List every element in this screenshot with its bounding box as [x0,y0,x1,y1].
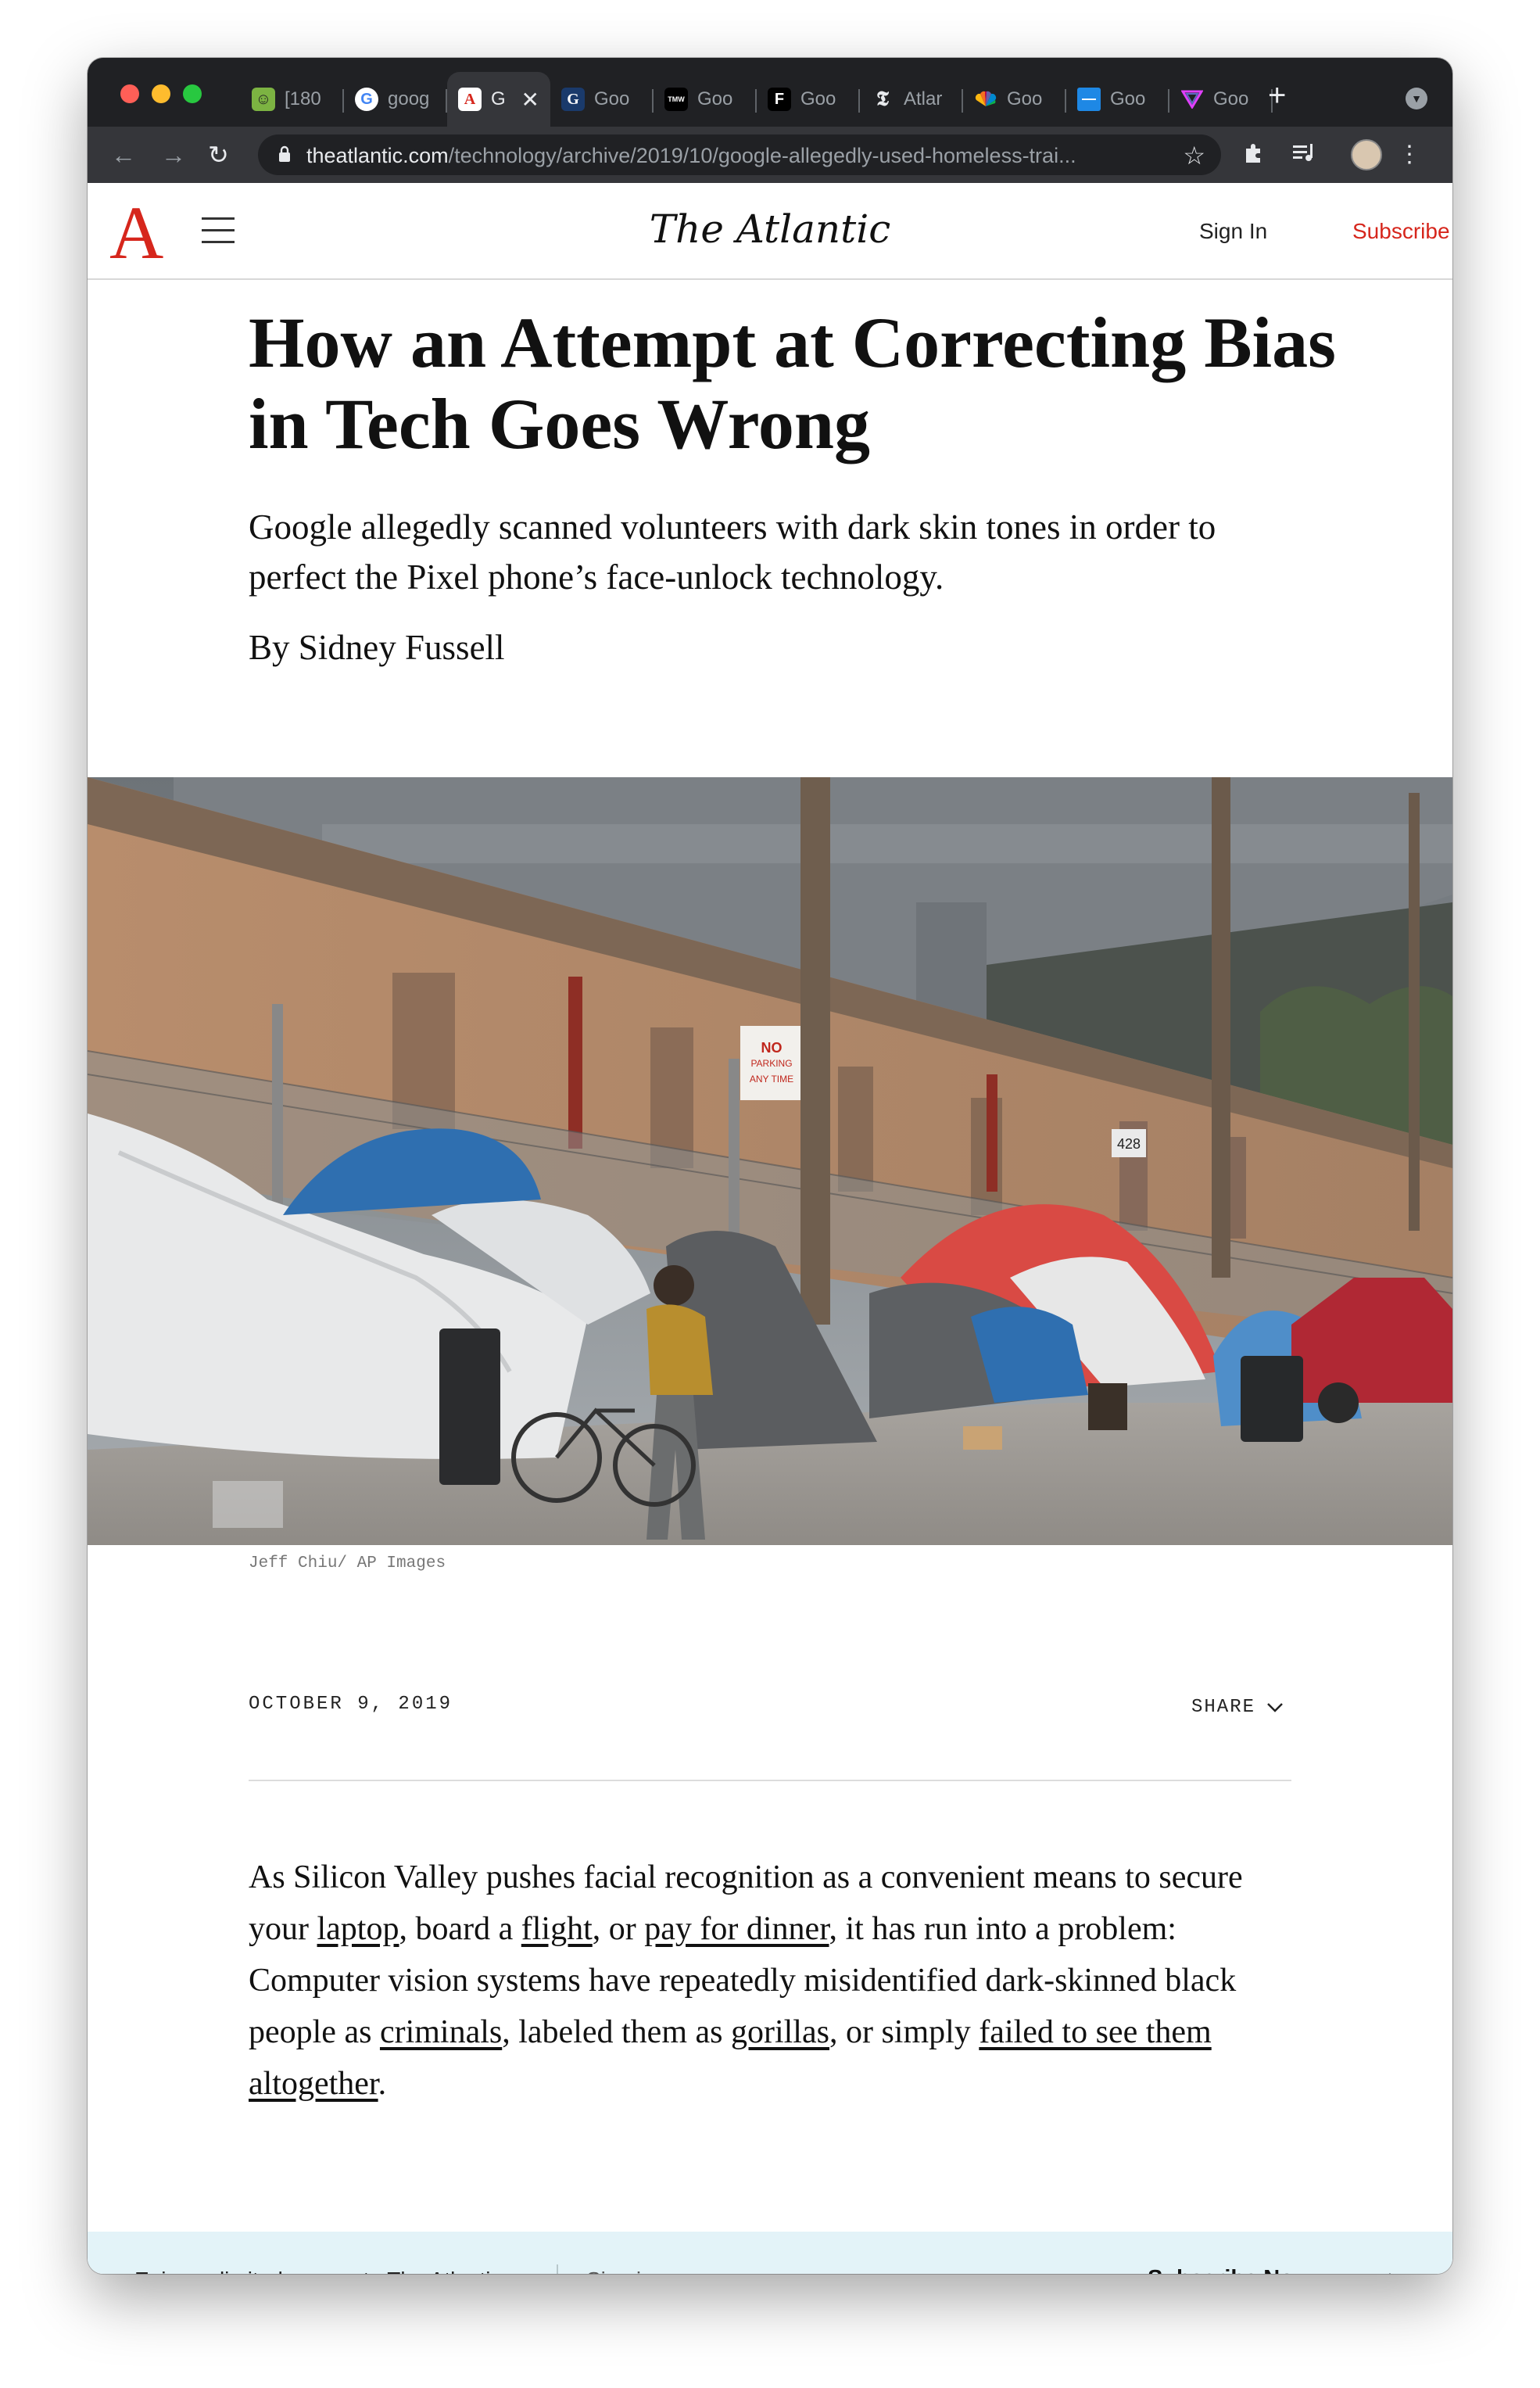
new-tab-button[interactable]: + [1268,78,1286,113]
hero-photo: NO PARKING ANY TIME 428 [88,777,1452,1545]
tmw-icon: TMW [664,88,688,111]
verge-icon [1180,88,1204,111]
tab-label: Atlar [904,88,943,109]
browser-toolbar: ← → ↻ theatlantic.com/technology/archive… [88,127,1452,183]
tab-10[interactable]: Goo [1169,72,1273,127]
atlantic-icon: A [458,88,482,111]
sign-no-text: NO [761,1040,783,1056]
bookmark-star-icon[interactable]: ☆ [1183,141,1205,170]
article-date: OCTOBER 9, 2019 [249,1694,453,1715]
divider [249,1780,1291,1781]
tab-9[interactable]: Goo [1066,72,1169,127]
tab-label: G [491,88,505,109]
chevron-down-icon [1267,1702,1283,1712]
banner-sign-in-link[interactable]: Sign in [586,2268,654,2274]
emoji-icon: ☺ [252,88,275,111]
link-laptop[interactable]: laptop [317,1911,399,1947]
tab-7[interactable]: 𝕿 Atlar [860,72,963,127]
tab-6[interactable]: F Goo [757,72,860,127]
tab-label: goog [388,88,430,109]
site-header: A The Atlantic Sign In Subscribe [88,183,1452,280]
tab-label: Goo [1213,88,1249,109]
subscription-banner: Enjoy unlimited access to The Atlantic. … [88,2232,1452,2274]
tab-label: Goo [697,88,733,109]
sign-in-link[interactable]: Sign In [1199,219,1267,244]
tab-label: Goo [800,88,836,109]
close-tab-icon[interactable]: ✕ [521,87,539,113]
nbc-icon [974,88,997,111]
article-byline: By Sidney Fussell [249,628,505,667]
minimize-window-button[interactable] [152,84,170,103]
banner-text: Enjoy unlimited access to The Atlantic. [134,2268,507,2274]
google-icon: G [355,88,378,111]
tab-5[interactable]: TMW Goo [654,72,757,127]
tab-label: [180 [285,88,321,109]
profile-avatar[interactable] [1351,139,1382,170]
maximize-window-button[interactable] [183,84,202,103]
g-icon: G [561,88,585,111]
tab-label: Goo [1007,88,1043,109]
close-window-button[interactable] [120,84,139,103]
chevron-up-icon[interactable] [1376,2271,1404,2274]
photo-number-text: 428 [1117,1136,1141,1152]
sign-parking-text: PARKING [750,1058,792,1069]
link-flight[interactable]: flight [521,1911,593,1947]
share-label: SHARE [1191,1697,1256,1718]
forward-icon[interactable]: → [161,141,186,169]
sign-anytime-text: ANY TIME [750,1074,793,1085]
address-bar[interactable]: theatlantic.com/technology/archive/2019/… [258,134,1221,175]
back-icon[interactable]: ← [111,141,136,169]
subscribe-link[interactable]: Subscribe [1352,219,1450,244]
more-menu-icon[interactable]: ⋮ [1398,141,1421,169]
tab-8[interactable]: Goo [963,72,1066,127]
subscribe-now-button[interactable]: Subscribe Now [1148,2266,1312,2274]
tab-strip: ☺ [180 G goog A G ✕ G Goo TMW Goo F Goo … [88,58,1452,127]
share-button[interactable]: SHARE [1191,1697,1284,1718]
article-dek: Google allegedly scanned volunteers with… [249,507,1216,597]
tab-list: ☺ [180 G goog A G ✕ G Goo TMW Goo F Goo … [241,72,1273,127]
link-pay-for-dinner[interactable]: pay for dinner [644,1911,829,1947]
tab-2[interactable]: G goog [344,72,447,127]
reading-list-icon[interactable] [1291,141,1318,171]
article-paragraph: As Silicon Valley pushes facial recognit… [249,1859,1243,2102]
tab-label: Goo [594,88,630,109]
blue-square-icon [1077,88,1101,111]
tab-1[interactable]: ☺ [180 [241,72,344,127]
web-page: A The Atlantic Sign In Subscribe How an … [88,183,1452,2274]
tab-label: Goo [1110,88,1146,109]
nyt-icon: 𝕿 [876,87,889,110]
link-criminals[interactable]: criminals [380,2014,502,2050]
photo-caption: Jeff Chiu/ AP Images [249,1554,446,1572]
extensions-icon[interactable] [1241,141,1266,173]
link-gorillas[interactable]: gorillas [731,2014,829,2050]
article-headline: How an Attempt at Correcting Bias in Tec… [249,303,1336,464]
banner-divider [557,2264,558,2274]
tab-3-active[interactable]: A G ✕ [447,72,550,127]
browser-window: ☺ [180 G goog A G ✕ G Goo TMW Goo F Goo … [88,58,1452,2274]
tab-search-icon[interactable]: ▼ [1406,88,1427,109]
tab-4[interactable]: G Goo [550,72,654,127]
f-icon: F [768,88,791,111]
url-text: theatlantic.com/technology/archive/2019/… [306,144,1076,167]
reload-icon[interactable]: ↻ [208,141,229,169]
lock-icon [279,145,290,162]
